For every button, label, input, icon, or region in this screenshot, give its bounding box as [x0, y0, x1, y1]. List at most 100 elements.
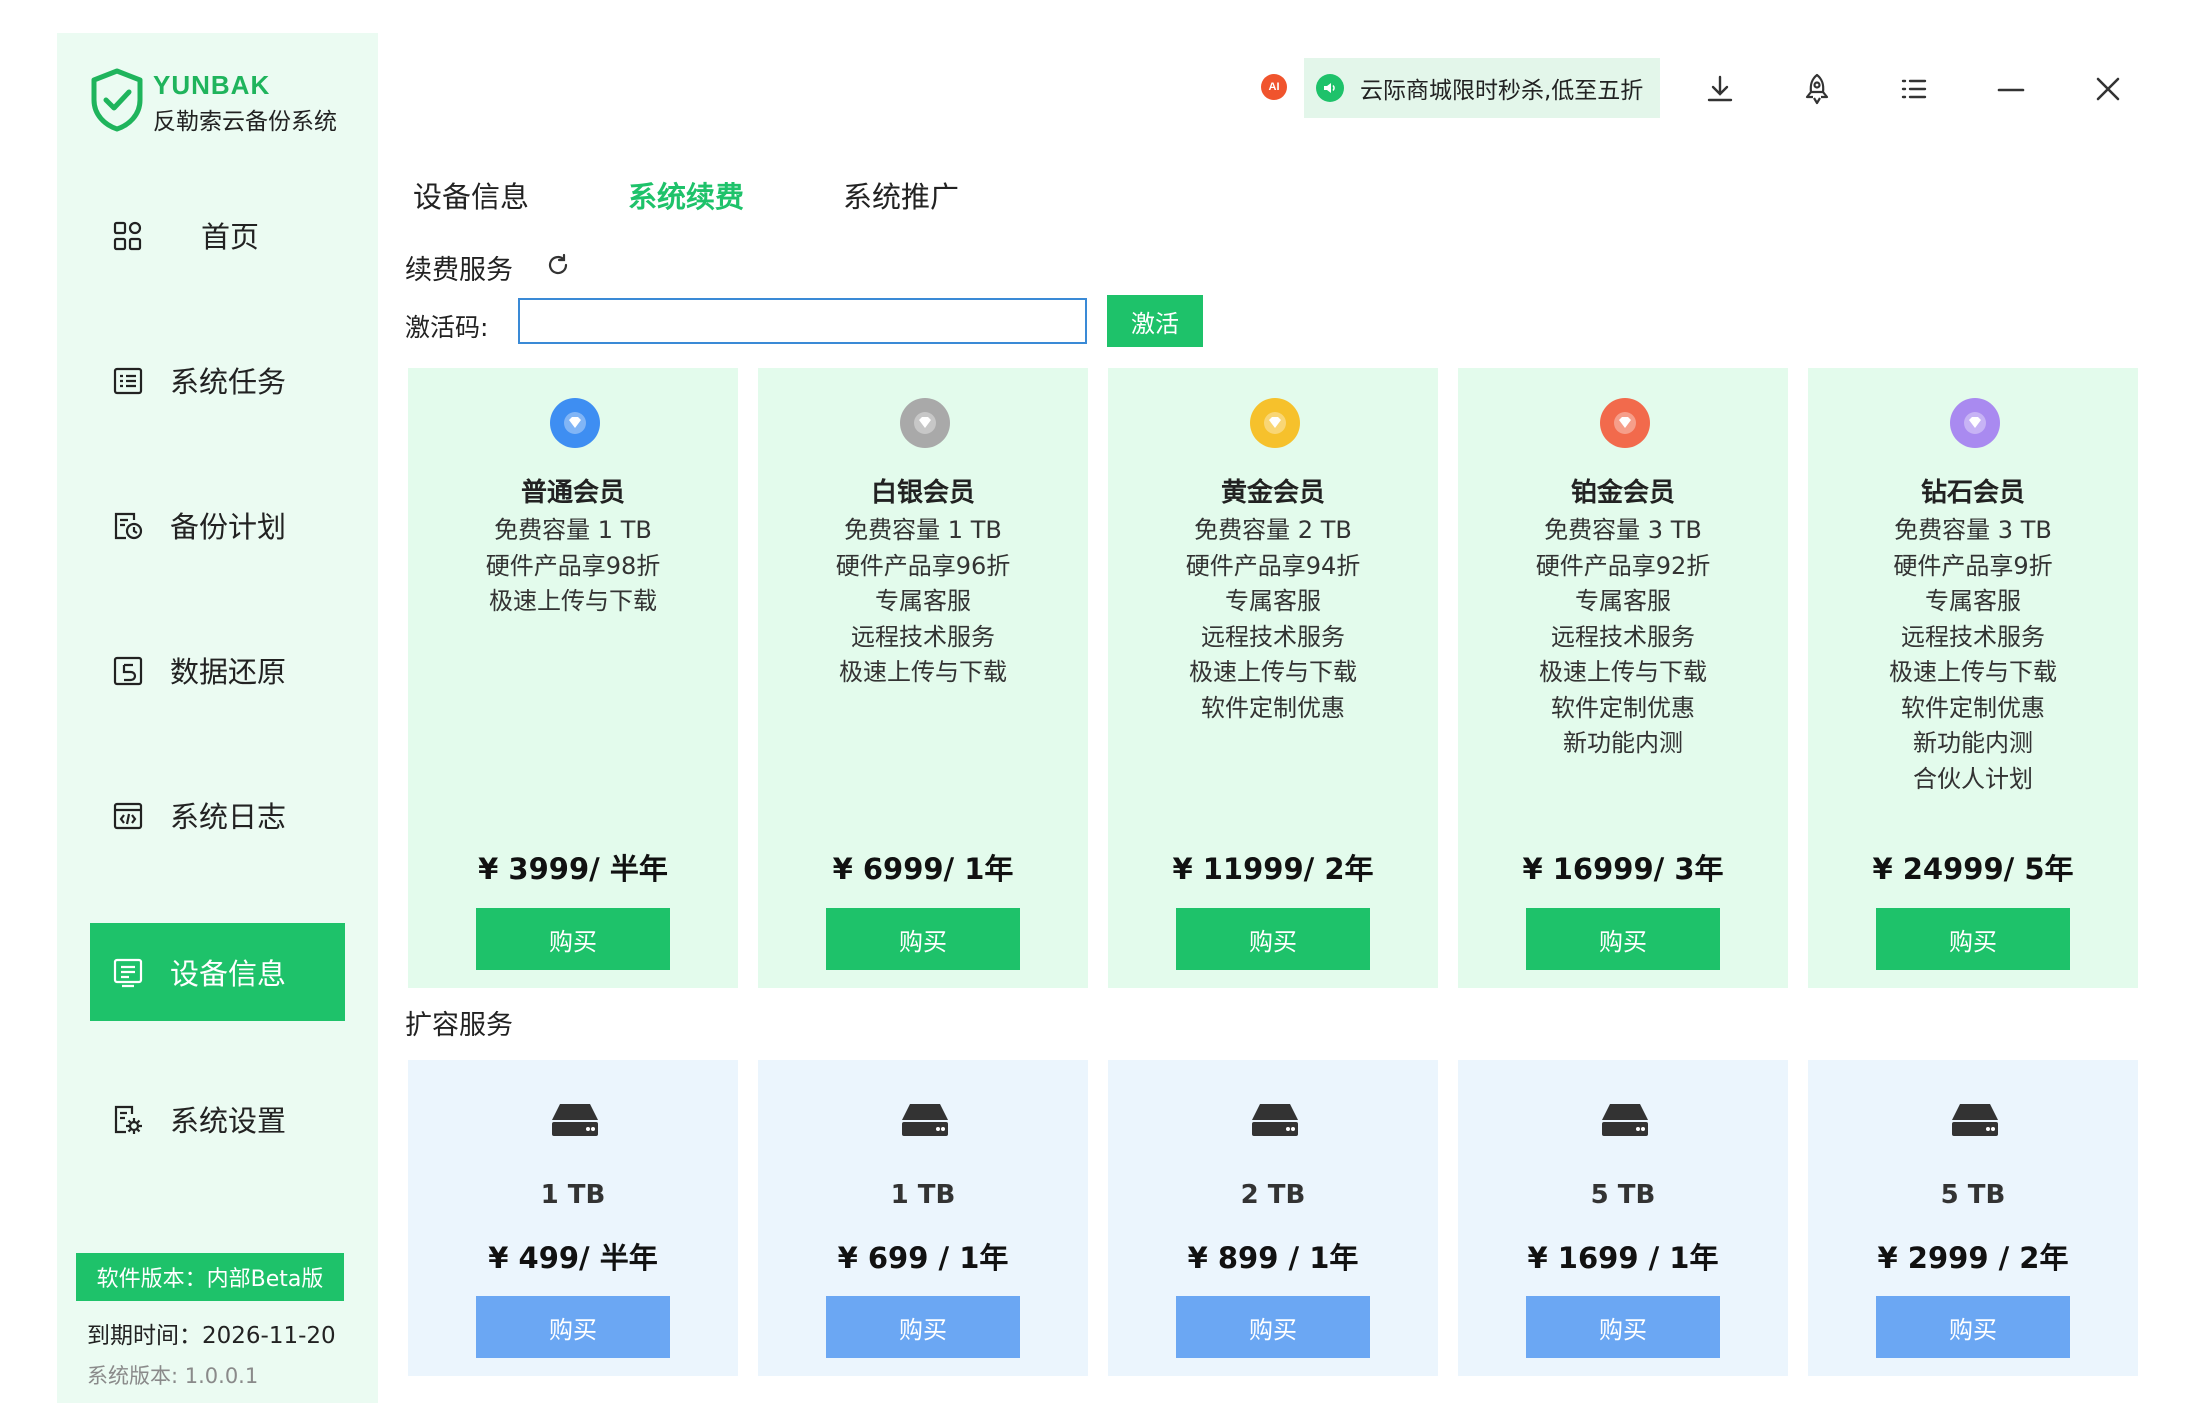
plan-card: 黄金会员 免费容量 2 TB 硬件产品享94折 专属客服 远程技术服务 极速上传…	[1108, 368, 1438, 988]
version-badge: 软件版本：内部Beta版	[76, 1253, 344, 1301]
expansion-section-title: 扩容服务	[405, 1010, 513, 1041]
log-icon	[113, 802, 143, 830]
plan-name: 普通会员	[520, 478, 625, 508]
settings-icon	[114, 1105, 142, 1134]
plan-card: 普通会员 免费容量 1 TB 硬件产品享98折 极速上传与下载 ¥ 3999/ …	[408, 368, 738, 988]
plan-price: ¥ 16999/ 3年	[1522, 852, 1724, 886]
storage-card: 1 TB ¥ 499/ 半年 购买	[408, 1060, 738, 1376]
plan-feature: 硬件产品享92折	[1535, 551, 1711, 580]
buy-button[interactable]: 购买	[826, 908, 1020, 970]
plan-feature: 硬件产品享98折	[485, 551, 661, 580]
sidebar-item-data-restore[interactable]: 数据还原	[90, 621, 345, 719]
storage-capacity: 5 TB	[1590, 1180, 1656, 1210]
plan-feature: 极速上传与下载	[489, 587, 657, 615]
hard-drive-icon	[552, 1104, 598, 1136]
plan-feature: 免费容量 1 TB	[494, 516, 652, 544]
plan-name: 钻石会员	[1920, 478, 2025, 508]
plan-feature: 免费容量 2 TB	[1194, 516, 1352, 544]
activation-code-input[interactable]	[518, 298, 1087, 344]
storage-price: ¥ 699 / 1年	[837, 1241, 1009, 1275]
plan-feature: 软件定制优惠	[1551, 693, 1695, 722]
hard-drive-icon	[1602, 1104, 1648, 1136]
grid-icon	[113, 221, 142, 251]
rocket-icon[interactable]	[1800, 72, 1834, 106]
sidebar-item-system-log[interactable]: 系统日志	[90, 766, 345, 864]
promo-banner[interactable]: 云际商城限时秒杀,低至五折	[1304, 58, 1660, 118]
brand-name: YUNBAK	[153, 70, 271, 100]
plan-card: 铂金会员 免费容量 3 TB 硬件产品享92折 专属客服 远程技术服务 极速上传…	[1458, 368, 1788, 988]
plan-name: 黄金会员	[1220, 478, 1325, 508]
plan-feature: 新功能内测	[1913, 729, 2033, 757]
buy-button[interactable]: 购买	[1176, 908, 1370, 970]
sidebar-item-label: 系统日志	[170, 800, 287, 834]
buy-button[interactable]: 购买	[826, 1296, 1020, 1358]
expiry-date: 到期时间：2026-11-20	[87, 1323, 336, 1349]
plan-feature: 远程技术服务	[1901, 622, 2045, 651]
hard-drive-icon	[902, 1104, 948, 1136]
plan-feature: 远程技术服务	[1201, 622, 1345, 651]
plan-price: ¥ 6999/ 1年	[832, 852, 1014, 886]
plan-price: ¥ 11999/ 2年	[1172, 852, 1374, 886]
sidebar-item-label: 首页	[201, 220, 260, 254]
close-icon[interactable]	[2091, 72, 2125, 106]
activate-button[interactable]: 激活	[1107, 295, 1203, 347]
refresh-icon[interactable]	[545, 252, 571, 278]
plan-feature: 远程技术服务	[1551, 622, 1695, 651]
buy-button[interactable]: 购买	[1526, 908, 1720, 970]
buy-button[interactable]: 购买	[476, 1296, 670, 1358]
buy-button[interactable]: 购买	[476, 908, 670, 970]
sidebar-item-home[interactable]: 首页	[90, 186, 345, 284]
sidebar: YUNBAK 反勒索云备份系统 首页 系统任务 备份计划 数据还原 系统日志 设…	[57, 33, 378, 1403]
diamond-icon	[1950, 398, 2000, 448]
buy-button[interactable]: 购买	[1176, 1296, 1370, 1358]
sidebar-item-label: 备份计划	[170, 510, 287, 544]
buy-button[interactable]: 购买	[1876, 908, 2070, 970]
sidebar-item-backup-plan[interactable]: 备份计划	[90, 476, 345, 574]
plan-feature: 免费容量 3 TB	[1544, 516, 1702, 544]
buy-button[interactable]: 购买	[1526, 1296, 1720, 1358]
plan-feature: 免费容量 3 TB	[1894, 516, 2052, 544]
storage-card: 2 TB ¥ 899 / 1年 购买	[1108, 1060, 1438, 1376]
sidebar-item-label: 系统任务	[170, 365, 287, 399]
sidebar-item-label: 数据还原	[170, 655, 287, 689]
storage-card: 5 TB ¥ 1699 / 1年 购买	[1458, 1060, 1788, 1376]
diamond-icon	[900, 398, 950, 448]
plan-feature: 极速上传与下载	[1889, 658, 2057, 686]
sidebar-item-system-settings[interactable]: 系统设置	[90, 1070, 345, 1168]
plan-feature: 极速上传与下载	[1189, 658, 1357, 686]
sidebar-item-device-info[interactable]: 设备信息	[90, 923, 345, 1021]
plan-feature: 软件定制优惠	[1901, 693, 2045, 722]
tab-system-renewal[interactable]: 系统续费	[628, 174, 744, 216]
minimize-icon[interactable]	[1994, 72, 2028, 106]
plan-feature: 软件定制优惠	[1201, 693, 1345, 722]
backup-plan-icon	[114, 512, 143, 540]
storage-capacity: 1 TB	[890, 1180, 956, 1210]
buy-button[interactable]: 购买	[1876, 1296, 2070, 1358]
system-version: 系统版本: 1.0.0.1	[87, 1364, 259, 1388]
storage-price: ¥ 899 / 1年	[1187, 1241, 1359, 1275]
plan-feature: 硬件产品享9折	[1893, 551, 2053, 580]
storage-capacity: 2 TB	[1240, 1180, 1306, 1210]
diamond-icon	[550, 398, 600, 448]
sidebar-item-system-tasks[interactable]: 系统任务	[90, 331, 345, 429]
plan-feature: 专属客服	[875, 587, 971, 615]
tab-device-info[interactable]: 设备信息	[413, 174, 529, 216]
shield-check-icon	[91, 68, 143, 132]
renewal-section-title: 续费服务	[405, 255, 513, 286]
plan-feature: 专属客服	[1925, 587, 2021, 615]
plan-card: 白银会员 免费容量 1 TB 硬件产品享96折 专属客服 远程技术服务 极速上传…	[758, 368, 1088, 988]
speaker-icon	[1316, 74, 1344, 102]
plan-price: ¥ 24999/ 5年	[1872, 852, 2074, 886]
ai-badge[interactable]: AI	[1261, 74, 1287, 100]
sidebar-item-label: 系统设置	[170, 1104, 287, 1138]
brand-subtitle: 反勒索云备份系统	[153, 109, 337, 135]
plan-feature: 新功能内测	[1563, 729, 1683, 757]
download-icon[interactable]	[1703, 72, 1737, 106]
menu-icon[interactable]	[1897, 72, 1931, 106]
plan-feature: 专属客服	[1575, 587, 1671, 615]
plan-feature: 极速上传与下载	[839, 658, 1007, 686]
hard-drive-icon	[1952, 1104, 1998, 1136]
storage-capacity: 5 TB	[1940, 1180, 2006, 1210]
tab-system-promotion[interactable]: 系统推广	[843, 174, 959, 216]
device-info-icon	[113, 958, 143, 988]
